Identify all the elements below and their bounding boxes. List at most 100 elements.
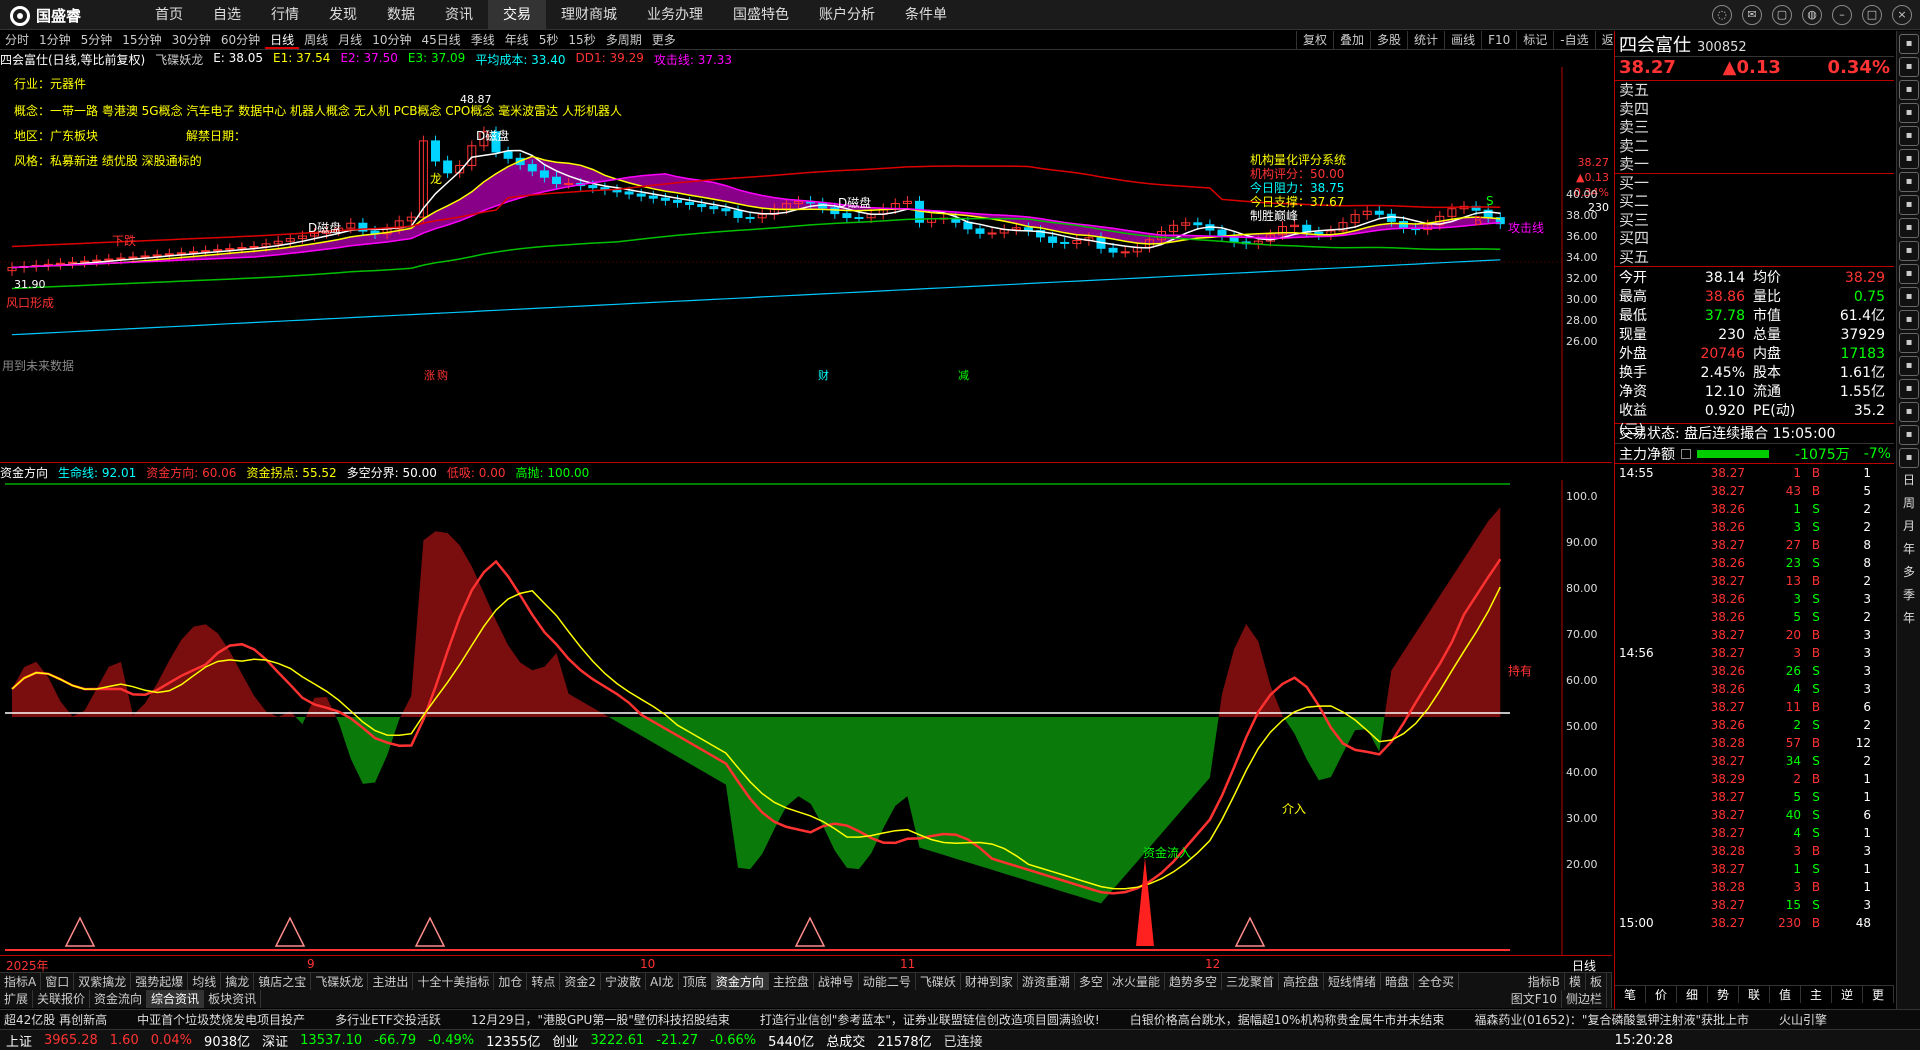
star-icon[interactable]: ▪ <box>1899 172 1919 192</box>
sidebar-period-5[interactable]: 季 <box>1899 586 1919 606</box>
indicator-tab-8[interactable]: 主进出 <box>368 973 414 990</box>
expand-icon[interactable]: ▪ <box>1899 34 1919 54</box>
indicator-tab-29[interactable]: 暗盘 <box>1381 973 1415 990</box>
bell-icon[interactable]: ▪ <box>1899 287 1919 307</box>
indicator-tab-23[interactable]: 多空 <box>1075 973 1108 990</box>
indicator-tab-0[interactable]: 指标A <box>0 973 42 990</box>
indicator-tab-13[interactable]: 宁波散 <box>601 973 647 990</box>
info-tab-2[interactable]: 资金流向 <box>90 990 148 1008</box>
indicator-right-tab-1[interactable]: 模 <box>1565 973 1586 990</box>
indicator-right-tab-0[interactable]: 指标B <box>1524 973 1565 990</box>
indicator-tab-21[interactable]: 财神到家 <box>961 973 1018 990</box>
news-item-7[interactable]: 火山引擎 <box>1779 1010 1827 1029</box>
period-tab-14[interactable]: 15秒 <box>563 31 600 49</box>
indicator-right-tab-2[interactable]: 板 <box>1586 973 1607 990</box>
indicator-tab-3[interactable]: 强势起爆 <box>131 973 189 990</box>
period-tab-7[interactable]: 周线 <box>299 31 333 49</box>
main-chart[interactable]: 行业：元器件 概念：一带一路 粤港澳 5G概念 汽车电子 数据中心 机器人概念 … <box>0 67 1612 462</box>
tick-list[interactable]: 14:55 38.27 1 B 1 38.27 43 B 5 38.26 1 S 2 38.26 3 S 2 38… <box>1615 464 1894 985</box>
doc-icon[interactable]: ▪ <box>1899 448 1919 468</box>
indicator-tab-6[interactable]: 镇店之宝 <box>254 973 312 990</box>
period-tab-2[interactable]: 5分钟 <box>76 31 118 49</box>
period-tab-6[interactable]: 日线 <box>265 31 300 49</box>
info-right-tab-0[interactable]: 图文F10 <box>1507 990 1562 1008</box>
indicator-tab-11[interactable]: 转点 <box>527 973 561 990</box>
sidebar-period-6[interactable]: 年 <box>1899 609 1919 629</box>
period-tab-10[interactable]: 45日线 <box>416 31 465 49</box>
indicator-tab-2[interactable]: 双紫擒龙 <box>74 973 132 990</box>
period-tab-9[interactable]: 10分钟 <box>367 31 416 49</box>
period-tab-8[interactable]: 月线 <box>333 31 367 49</box>
indicator-tab-25[interactable]: 趋势多空 <box>1165 973 1222 990</box>
quote-tab-7[interactable]: 逆 <box>1832 986 1863 1003</box>
period-tab-16[interactable]: 更多 <box>647 31 681 49</box>
news-icon[interactable]: ▪ <box>1899 264 1919 284</box>
sz-label[interactable]: 深证 <box>262 1031 288 1050</box>
indicator-tab-22[interactable]: 游资重潮 <box>1018 973 1075 990</box>
indicator-tab-16[interactable]: 资金方向 <box>711 973 769 990</box>
news-item-0[interactable]: 超42亿股 再创新高 <box>4 1010 107 1029</box>
quote-tab-5[interactable]: 值 <box>1770 986 1801 1003</box>
chart-tool-4[interactable]: 画线 <box>1444 31 1481 50</box>
news-item-5[interactable]: 白银价格高台跳水，据幅超10%机构称贵金属牛市并未结束 <box>1130 1010 1445 1029</box>
info-right-tab-1[interactable]: 侧边栏 <box>1562 990 1607 1008</box>
tool-icon[interactable]: ▪ <box>1899 241 1919 261</box>
nav-item-6[interactable]: 交易 <box>488 0 546 30</box>
indicator-tab-30[interactable]: 全仓买 <box>1414 973 1460 990</box>
flag-icon[interactable]: ▪ <box>1899 379 1919 399</box>
period-tab-3[interactable]: 15分钟 <box>117 31 166 49</box>
news-item-3[interactable]: 12月29日，"港股GPU第一股"壁仞科技招股结束 <box>471 1010 730 1029</box>
news-item-2[interactable]: 多行业ETF交投活跃 <box>335 1010 441 1029</box>
chart-tool-3[interactable]: 统计 <box>1407 31 1444 50</box>
nav-item-0[interactable]: 首页 <box>140 0 198 30</box>
pin-icon[interactable]: ▪ <box>1899 149 1919 169</box>
period-tab-5[interactable]: 60分钟 <box>216 31 265 49</box>
info-tab-1[interactable]: 关联报价 <box>33 990 91 1008</box>
lock-icon[interactable]: ▢ <box>1772 5 1792 25</box>
news-item-4[interactable]: 打造行业信创"参考蓝本"，证券业联盟链信创改造项目圆满验收! <box>760 1010 1100 1029</box>
indicator-tab-10[interactable]: 加仓 <box>494 973 528 990</box>
indicator-tab-28[interactable]: 短线情绪 <box>1324 973 1382 990</box>
skin-icon[interactable]: ◍ <box>1802 5 1822 25</box>
indicator-tab-5[interactable]: 擒龙 <box>221 973 255 990</box>
chart-icon[interactable]: ▪ <box>1899 103 1919 123</box>
period-tab-1[interactable]: 1分钟 <box>34 31 76 49</box>
news-item-6[interactable]: 福森药业(01652)："复合磷酸氢钾注射液"获批上市 <box>1474 1010 1749 1029</box>
chart-tool-6[interactable]: 标记 <box>1516 31 1553 50</box>
indicator-tab-15[interactable]: 顶底 <box>679 973 712 990</box>
calendar-icon[interactable]: ▪ <box>1899 195 1919 215</box>
period-tab-15[interactable]: 多周期 <box>601 31 647 49</box>
note-icon[interactable]: ▪ <box>1899 126 1919 146</box>
chart-tool-0[interactable]: 复权 <box>1296 31 1333 50</box>
chart-tool-7[interactable]: -自选 <box>1553 31 1594 50</box>
nav-item-9[interactable]: 国盛特色 <box>718 0 804 30</box>
indicator-tab-9[interactable]: 十全十美指标 <box>413 973 495 990</box>
quote-tab-6[interactable]: 主 <box>1801 986 1832 1003</box>
indicator-tab-24[interactable]: 冰火量能 <box>1108 973 1165 990</box>
nav-item-1[interactable]: 自选 <box>198 0 256 30</box>
quote-tab-3[interactable]: 势 <box>1708 986 1739 1003</box>
grid-icon[interactable]: ▪ <box>1899 80 1919 100</box>
period-tab-0[interactable]: 分时 <box>0 31 34 49</box>
nav-item-10[interactable]: 账户分析 <box>804 0 890 30</box>
list-icon[interactable]: ▪ <box>1899 57 1919 77</box>
close-icon[interactable]: × <box>1892 5 1912 25</box>
sh-label[interactable]: 上证 <box>6 1031 32 1050</box>
indicator-tab-4[interactable]: 均线 <box>188 973 222 990</box>
cy-label[interactable]: 创业 <box>552 1031 578 1050</box>
rsi-icon[interactable]: ▪ <box>1899 402 1919 422</box>
indicator-tab-1[interactable]: 窗口 <box>41 973 75 990</box>
share-icon[interactable]: ▪ <box>1899 333 1919 353</box>
quote-tab-1[interactable]: 价 <box>1646 986 1677 1003</box>
message-icon[interactable]: ◌ <box>1712 5 1732 25</box>
indicator-tab-18[interactable]: 战神号 <box>814 973 859 990</box>
indicator-tab-17[interactable]: 主控盘 <box>769 973 814 990</box>
indicator-tab-12[interactable]: 资金2 <box>560 973 602 990</box>
info-tab-4[interactable]: 板块资讯 <box>204 990 262 1008</box>
nav-item-2[interactable]: 行情 <box>256 0 314 30</box>
book-icon[interactable]: ▪ <box>1899 218 1919 238</box>
period-tab-4[interactable]: 30分钟 <box>167 31 216 49</box>
indicator-tab-7[interactable]: 飞碟妖龙 <box>311 973 369 990</box>
indicator-name[interactable]: 飞碟妖龙 <box>155 51 203 67</box>
maximize-icon[interactable]: □ <box>1862 5 1882 25</box>
